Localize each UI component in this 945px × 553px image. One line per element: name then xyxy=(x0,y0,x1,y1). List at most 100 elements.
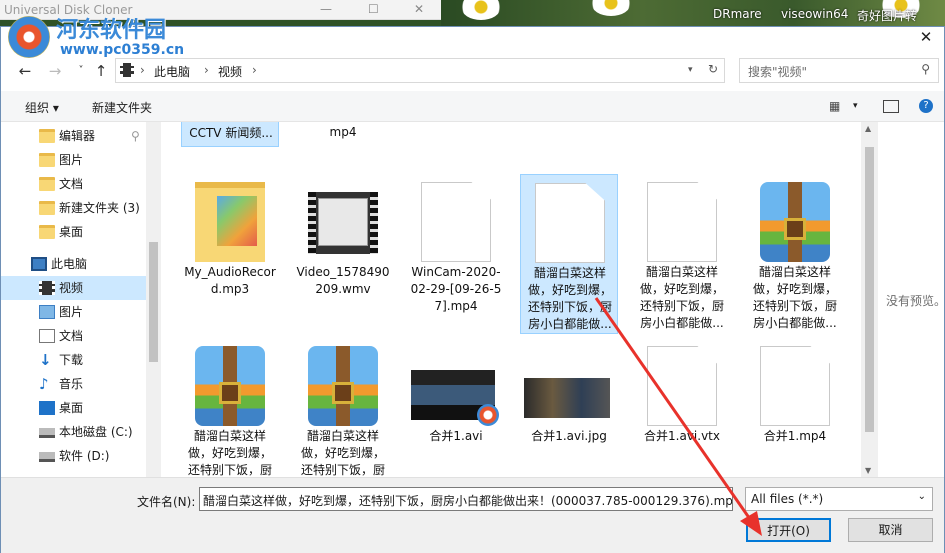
open-button[interactable]: 打开(O) xyxy=(746,518,831,542)
music-icon: ♪ xyxy=(39,375,49,393)
document-icon xyxy=(535,183,605,263)
folder-icon xyxy=(39,153,55,167)
chevron-down-icon[interactable]: ▾ xyxy=(853,101,858,111)
desktop-icon xyxy=(39,401,55,415)
nav-item-label: 下载 xyxy=(59,353,84,367)
file-item[interactable]: 醋溜白菜这样做，好吃到爆，还特别下饭，厨房小白都能做... xyxy=(181,338,279,477)
refresh-icon[interactable]: ↻ xyxy=(708,62,718,76)
file-list-scrollbar-thumb[interactable] xyxy=(865,147,874,432)
navigation-pane: 编辑器 ⚲ 图片 文档 新建文件夹 (3) 桌面 此电脑 视频 图片 文档 ↓ … xyxy=(1,122,161,477)
nav-item-desktop[interactable]: 桌面 xyxy=(1,220,146,244)
nav-item-music[interactable]: ♪ 音乐 xyxy=(1,372,146,396)
help-icon[interactable]: ? xyxy=(919,99,933,113)
desktop-background: DRmare viseowin64 奇好图片转 xyxy=(441,0,945,26)
scroll-up-icon[interactable]: ▲ xyxy=(865,124,871,133)
document-icon xyxy=(647,182,717,262)
close-icon[interactable]: ✕ xyxy=(414,2,424,16)
nav-item-label: 桌面 xyxy=(59,401,84,415)
file-item-selected[interactable]: 醋溜白菜这样做，好吃到爆，还特别下饭，厨房小白都能做... xyxy=(520,174,618,334)
desktop-icon-label[interactable]: viseowin64 xyxy=(781,7,848,21)
file-item[interactable]: 醋溜白菜这样做，好吃到爆，还特别下饭，厨房小白都能做... xyxy=(633,174,731,334)
file-item[interactable]: My_AudioRecord.mp3 xyxy=(181,174,279,334)
minimize-icon[interactable]: — xyxy=(320,2,332,16)
computer-icon xyxy=(31,257,47,271)
file-name: My_AudioRecord.mp3 xyxy=(184,265,276,296)
document-icon xyxy=(647,346,717,426)
nav-item-label: 此电脑 xyxy=(51,257,88,271)
nav-item-documents-lib[interactable]: 文档 xyxy=(1,324,146,348)
recent-locations-icon[interactable]: ˅ xyxy=(71,61,91,81)
folder-icon xyxy=(39,177,55,191)
organize-button[interactable]: 组织 ▾ xyxy=(25,99,59,116)
pictures-icon xyxy=(39,305,55,319)
new-folder-button[interactable]: 新建文件夹 xyxy=(92,99,152,116)
breadcrumb-item[interactable]: 视频 xyxy=(218,63,242,80)
command-toolbar: 组织 ▾ 新建文件夹 ▦ ▾ ? xyxy=(1,91,944,122)
chevron-down-icon: ⌄ xyxy=(917,491,926,502)
file-name: 醋溜白菜这样做，好吃到爆，还特别下饭，厨房小白都能做... xyxy=(300,429,385,477)
video-thumbnail xyxy=(308,192,378,254)
forward-arrow-icon[interactable]: → xyxy=(45,61,65,81)
close-icon[interactable]: ✕ xyxy=(914,28,938,48)
file-item[interactable]: 醋溜白菜这样做，好吃到爆，还特别下饭，厨房小白都能做... xyxy=(294,338,392,477)
breadcrumb-separator-icon: › xyxy=(252,63,257,77)
nav-item-label: 音乐 xyxy=(59,377,84,391)
nav-item-drive-c[interactable]: 本地磁盘 (C:) xyxy=(1,420,146,444)
image-thumbnail xyxy=(524,378,610,418)
file-item[interactable]: WinCam-2020-02-29-[09-26-57].mp4 xyxy=(407,174,505,334)
folder-icon xyxy=(39,129,55,143)
desktop-icon-label[interactable]: 奇好图片转 xyxy=(857,7,917,24)
file-name: 合并1.mp4 xyxy=(763,429,827,443)
nav-item-drive-d[interactable]: 软件 (D:) xyxy=(1,444,146,468)
address-dropdown-icon[interactable]: ▾ xyxy=(688,65,693,75)
file-list: CCTV 新闻频... mp4 My_AudioRecord.mp3 Video… xyxy=(161,122,861,477)
back-arrow-icon[interactable]: ← xyxy=(15,61,35,81)
download-icon: ↓ xyxy=(39,351,52,369)
watermark-url: www.pc0359.cn xyxy=(60,42,185,58)
cancel-button[interactable]: 取消 xyxy=(848,518,933,542)
nav-item-pictures-lib[interactable]: 图片 xyxy=(1,300,146,324)
maximize-icon[interactable]: ☐ xyxy=(368,2,379,16)
file-item[interactable]: 合并1.mp4 xyxy=(746,338,844,477)
nav-item-downloads[interactable]: ↓ 下载 xyxy=(1,348,146,372)
file-type-value: All files (*.*) xyxy=(751,492,824,506)
nav-item-quick-edit[interactable]: 编辑器 ⚲ xyxy=(1,124,146,148)
file-name: 醋溜白菜这样做，好吃到爆，还特别下饭，厨房小白都能做... xyxy=(752,265,837,330)
file-item[interactable]: 合并1.avi xyxy=(407,338,505,477)
up-arrow-icon[interactable]: ↑ xyxy=(91,61,111,81)
file-item[interactable]: Video_1578490209.wmv xyxy=(294,174,392,334)
nav-scrollbar[interactable] xyxy=(146,122,161,477)
nav-item-this-pc[interactable]: 此电脑 xyxy=(1,252,146,276)
scroll-down-icon[interactable]: ▼ xyxy=(865,466,871,475)
nav-item-label: 视频 xyxy=(59,281,84,295)
pin-icon: ⚲ xyxy=(131,129,140,143)
nav-item-new-folder-3[interactable]: 新建文件夹 (3) xyxy=(1,196,146,220)
file-item[interactable]: CCTV 新闻频... xyxy=(181,122,279,147)
nav-scrollbar-thumb[interactable] xyxy=(149,242,158,362)
nav-item-videos[interactable]: 视频 xyxy=(1,276,146,300)
preview-pane: 没有预览。 xyxy=(878,122,945,477)
file-name: mp4 xyxy=(329,125,357,139)
nav-item-label: 图片 xyxy=(59,305,84,319)
preview-pane-icon[interactable] xyxy=(883,100,899,113)
dialog-footer: 文件名(N): 醋溜白菜这样做，好吃到爆，还特别下饭，厨房小白都能做出来！(00… xyxy=(1,477,944,553)
file-item[interactable]: 合并1.avi.jpg xyxy=(520,338,618,477)
view-options-icon[interactable]: ▦ xyxy=(829,99,840,113)
address-bar[interactable]: › 此电脑 › 视频 › ▾ ↻ xyxy=(115,58,725,83)
filename-input[interactable]: 醋溜白菜这样做，好吃到爆，还特别下饭，厨房小白都能做出来！(000037.785… xyxy=(199,487,733,511)
breadcrumb-item[interactable]: 此电脑 xyxy=(154,63,190,80)
file-item[interactable]: mp4 xyxy=(294,122,392,147)
nav-item-desktop-lib[interactable]: 桌面 xyxy=(1,396,146,420)
desktop-icon-label[interactable]: DRmare xyxy=(713,7,762,21)
search-input[interactable]: 搜索"视频" ⚲ xyxy=(739,58,939,83)
file-list-scrollbar[interactable]: ▲ ▼ xyxy=(861,122,878,477)
nav-item-documents[interactable]: 文档 xyxy=(1,172,146,196)
video-folder-icon xyxy=(39,281,55,295)
nav-item-pictures[interactable]: 图片 xyxy=(1,148,146,172)
document-icon xyxy=(421,182,491,262)
watermark-logo: 河东软件园 www.pc0359.cn xyxy=(6,10,206,64)
file-item[interactable]: 醋溜白菜这样做，好吃到爆，还特别下饭，厨房小白都能做... xyxy=(746,174,844,334)
file-name: 合并1.avi.jpg xyxy=(531,429,607,443)
file-type-select[interactable]: All files (*.*) ⌄ xyxy=(745,487,933,511)
file-item[interactable]: 合并1.avi.vtx xyxy=(633,338,731,477)
